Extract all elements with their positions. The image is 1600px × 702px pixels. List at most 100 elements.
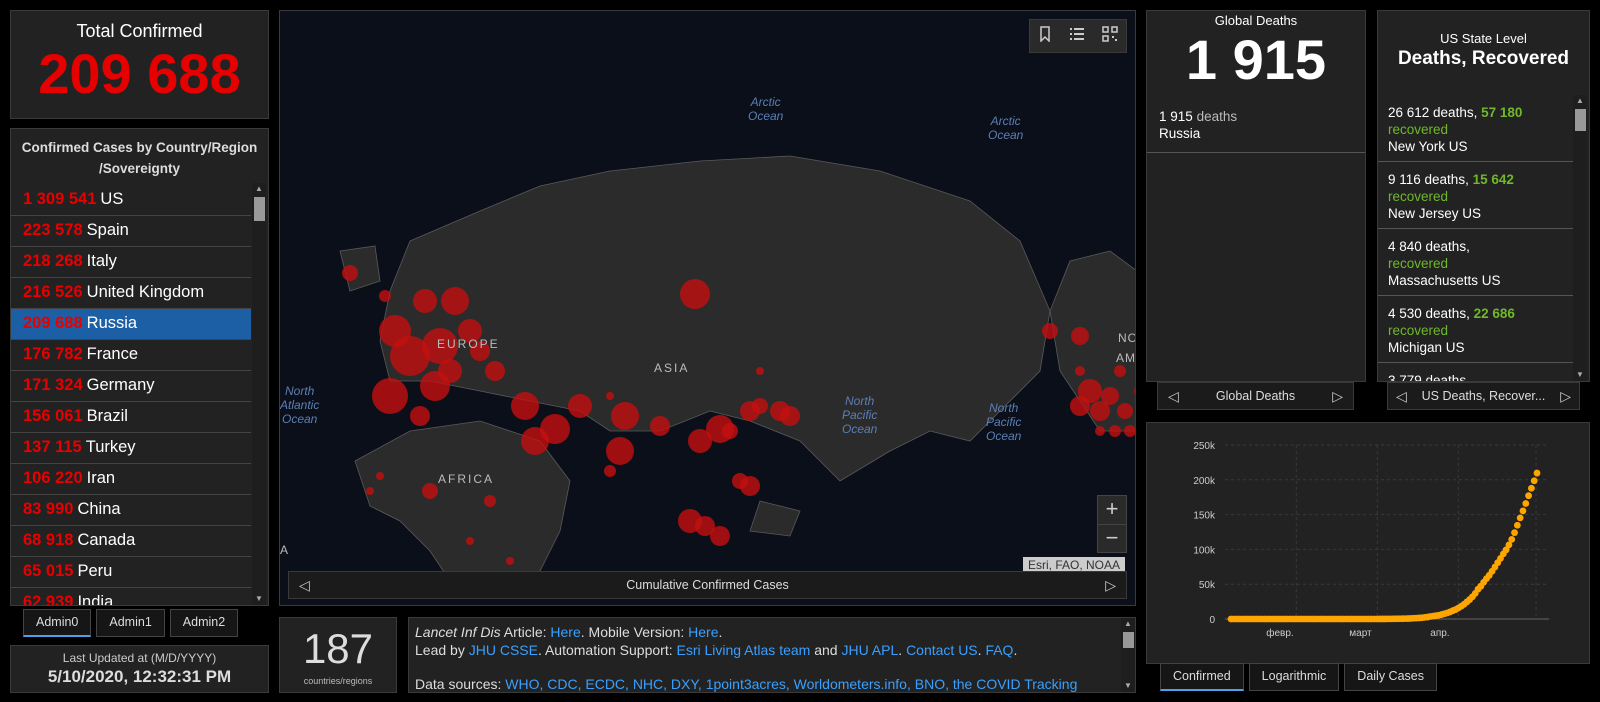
- case-bubble[interactable]: [422, 483, 438, 499]
- case-bubble[interactable]: [413, 289, 437, 313]
- country-row[interactable]: 171 324 Germany: [11, 371, 251, 402]
- map-canvas[interactable]: [280, 11, 1136, 606]
- scroll-thumb[interactable]: [1123, 632, 1134, 648]
- us-state-scrollbar[interactable]: ▲ ▼: [1573, 95, 1587, 381]
- info-text: . Mobile Version:: [580, 624, 689, 640]
- case-bubble[interactable]: [1117, 403, 1133, 419]
- us-state-row[interactable]: 9 116 deaths, 15 642 recovered New Jersey …: [1378, 162, 1574, 229]
- case-bubble[interactable]: [1042, 323, 1058, 339]
- country-row[interactable]: 156 061 Brazil: [11, 402, 251, 433]
- world-map[interactable]: Arctic Ocean Arctic Ocean North Atlantic Oce…: [279, 10, 1136, 606]
- country-row[interactable]: 209 688 Russia: [11, 309, 251, 340]
- country-row[interactable]: 137 115 Turkey: [11, 433, 251, 464]
- country-row[interactable]: 65 015 Peru: [11, 557, 251, 588]
- tab-admin0[interactable]: Admin0: [23, 609, 92, 637]
- case-bubble[interactable]: [438, 359, 462, 383]
- map-nav-next-icon[interactable]: ▷: [1105, 572, 1116, 598]
- data-sources-links[interactable]: WHO, CDC, ECDC, NHC, DXY, 1point3acres, …: [505, 676, 1077, 692]
- list-icon[interactable]: [1069, 26, 1085, 46]
- us-state-row[interactable]: 3 779 deaths, recoveredPennsylvania US: [1378, 363, 1574, 381]
- case-bubble[interactable]: [650, 416, 670, 436]
- us-state-row[interactable]: 4 840 deaths, recovered Massachusetts US: [1378, 229, 1574, 296]
- confirmed-chart[interactable]: 0 50k 100k 150k 200k 250k февр. март апр.: [1147, 423, 1591, 665]
- case-bubble[interactable]: [484, 495, 496, 507]
- case-bubble[interactable]: [1075, 366, 1085, 376]
- scroll-down-icon[interactable]: ▼: [1573, 369, 1587, 381]
- us-nav-next-icon[interactable]: ▷: [1560, 383, 1571, 409]
- country-row[interactable]: 62 939 India: [11, 588, 251, 605]
- deaths-nav-prev-icon[interactable]: ◁: [1168, 383, 1179, 409]
- case-bubble[interactable]: [379, 290, 391, 302]
- country-row[interactable]: 106 220 Iran: [11, 464, 251, 495]
- case-bubble[interactable]: [611, 402, 639, 430]
- case-bubble[interactable]: [752, 398, 768, 414]
- zoom-out-button[interactable]: −: [1098, 524, 1126, 552]
- case-bubble[interactable]: [680, 279, 710, 309]
- zoom-in-button[interactable]: +: [1098, 496, 1126, 524]
- us-state-row[interactable]: 26 612 deaths, 57 180 recovered New York U…: [1378, 95, 1574, 162]
- case-bubble[interactable]: [722, 423, 738, 439]
- case-bubble[interactable]: [568, 394, 592, 418]
- contact-link[interactable]: Contact US: [906, 642, 978, 658]
- scroll-down-icon[interactable]: ▼: [252, 593, 266, 605]
- tab-logarithmic[interactable]: Logarithmic: [1248, 663, 1340, 691]
- case-bubble[interactable]: [466, 537, 474, 545]
- scroll-up-icon[interactable]: ▲: [1121, 618, 1135, 630]
- country-row[interactable]: 1 309 541 US: [11, 185, 251, 216]
- scroll-up-icon[interactable]: ▲: [252, 183, 266, 195]
- case-bubble[interactable]: [606, 392, 614, 400]
- jhu-csse-link[interactable]: JHU CSSE: [469, 642, 538, 658]
- esri-link[interactable]: Esri Living Atlas team: [676, 642, 810, 658]
- case-bubble[interactable]: [606, 437, 634, 465]
- scroll-thumb[interactable]: [254, 197, 265, 221]
- case-bubble[interactable]: [1071, 327, 1089, 345]
- case-bubble[interactable]: [506, 557, 514, 565]
- country-row[interactable]: 223 578 Spain: [11, 216, 251, 247]
- case-bubble[interactable]: [441, 287, 469, 315]
- country-row[interactable]: 218 268 Italy: [11, 247, 251, 278]
- country-row[interactable]: 176 782 France: [11, 340, 251, 371]
- tab-admin2[interactable]: Admin2: [169, 609, 239, 637]
- case-bubble[interactable]: [366, 487, 374, 495]
- mobile-link[interactable]: Here: [688, 624, 718, 640]
- article-link[interactable]: Here: [550, 624, 580, 640]
- case-bubble[interactable]: [1109, 425, 1121, 437]
- case-bubble[interactable]: [1124, 425, 1136, 437]
- scroll-thumb[interactable]: [1575, 109, 1586, 131]
- info-scrollbar[interactable]: ▲ ▼: [1121, 618, 1135, 692]
- country-row[interactable]: 83 990 China: [11, 495, 251, 526]
- case-bubble[interactable]: [710, 526, 730, 546]
- case-bubble[interactable]: [410, 406, 430, 426]
- case-bubble[interactable]: [376, 472, 384, 480]
- case-bubble[interactable]: [485, 361, 505, 381]
- global-deaths-detail[interactable]: 1 915 deaths Russia: [1147, 108, 1365, 153]
- tab-confirmed[interactable]: Confirmed: [1160, 663, 1244, 691]
- case-bubble[interactable]: [1114, 365, 1126, 377]
- deaths-nav-next-icon[interactable]: ▷: [1332, 383, 1343, 409]
- case-bubble[interactable]: [511, 392, 539, 420]
- case-bubble[interactable]: [521, 427, 549, 455]
- case-bubble[interactable]: [372, 378, 408, 414]
- case-bubble[interactable]: [740, 476, 760, 496]
- country-list-scrollbar[interactable]: ▲ ▼: [252, 183, 266, 605]
- us-nav-prev-icon[interactable]: ◁: [1396, 383, 1407, 409]
- case-bubble[interactable]: [604, 465, 616, 477]
- tab-admin1[interactable]: Admin1: [96, 609, 165, 637]
- country-row[interactable]: 216 526 United Kingdom: [11, 278, 251, 309]
- scroll-up-icon[interactable]: ▲: [1573, 95, 1587, 107]
- tab-daily-cases[interactable]: Daily Cases: [1344, 663, 1437, 691]
- map-nav-prev-icon[interactable]: ◁: [299, 572, 310, 598]
- case-bubble[interactable]: [756, 367, 764, 375]
- qr-icon[interactable]: [1101, 26, 1118, 46]
- case-bubble[interactable]: [1078, 379, 1102, 403]
- jhu-apl-link[interactable]: JHU APL: [841, 642, 898, 658]
- country-row[interactable]: 68 918 Canada: [11, 526, 251, 557]
- case-bubble[interactable]: [1101, 387, 1119, 405]
- bookmark-icon[interactable]: [1038, 26, 1052, 46]
- case-bubble[interactable]: [342, 265, 358, 281]
- case-bubble[interactable]: [1095, 426, 1105, 436]
- us-state-row[interactable]: 4 530 deaths, 22 686 recovered Michigan US: [1378, 296, 1574, 363]
- case-bubble[interactable]: [780, 406, 800, 426]
- scroll-down-icon[interactable]: ▼: [1121, 680, 1135, 692]
- faq-link[interactable]: FAQ: [985, 642, 1013, 658]
